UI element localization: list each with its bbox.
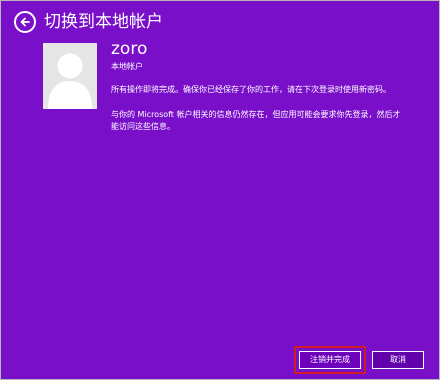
cancel-button[interactable]: 取消 xyxy=(372,351,424,369)
page-header: 切换到本地帐户 xyxy=(14,11,163,33)
avatar xyxy=(43,43,97,109)
sign-out-and-finish-button[interactable]: 注销并完成 xyxy=(299,351,361,369)
microsoft-account-info-message: 与你的 Microsoft 帐户相关的信息仍然存在，但应用可能会要求你先登录，然… xyxy=(111,110,401,131)
username: zoro xyxy=(111,39,148,59)
account-details: zoro 本地帐户 所有操作即将完成。确保你已经保存了你的工作，请在下次登录时使… xyxy=(111,40,421,133)
page-title: 切换到本地帐户 xyxy=(44,12,163,32)
back-button[interactable] xyxy=(14,11,36,33)
switch-to-local-account-screen: 切换到本地帐户 zoro 本地帐户 所有操作即将完成。确保你已经保存了你的工作，… xyxy=(0,0,440,380)
account-type-label: 本地帐户 xyxy=(111,62,143,71)
arrow-left-icon xyxy=(20,17,30,27)
user-silhouette-icon xyxy=(48,53,92,109)
completion-message: 所有操作即将完成。确保你已经保存了你的工作，请在下次登录时使用新密码。 xyxy=(111,85,391,94)
